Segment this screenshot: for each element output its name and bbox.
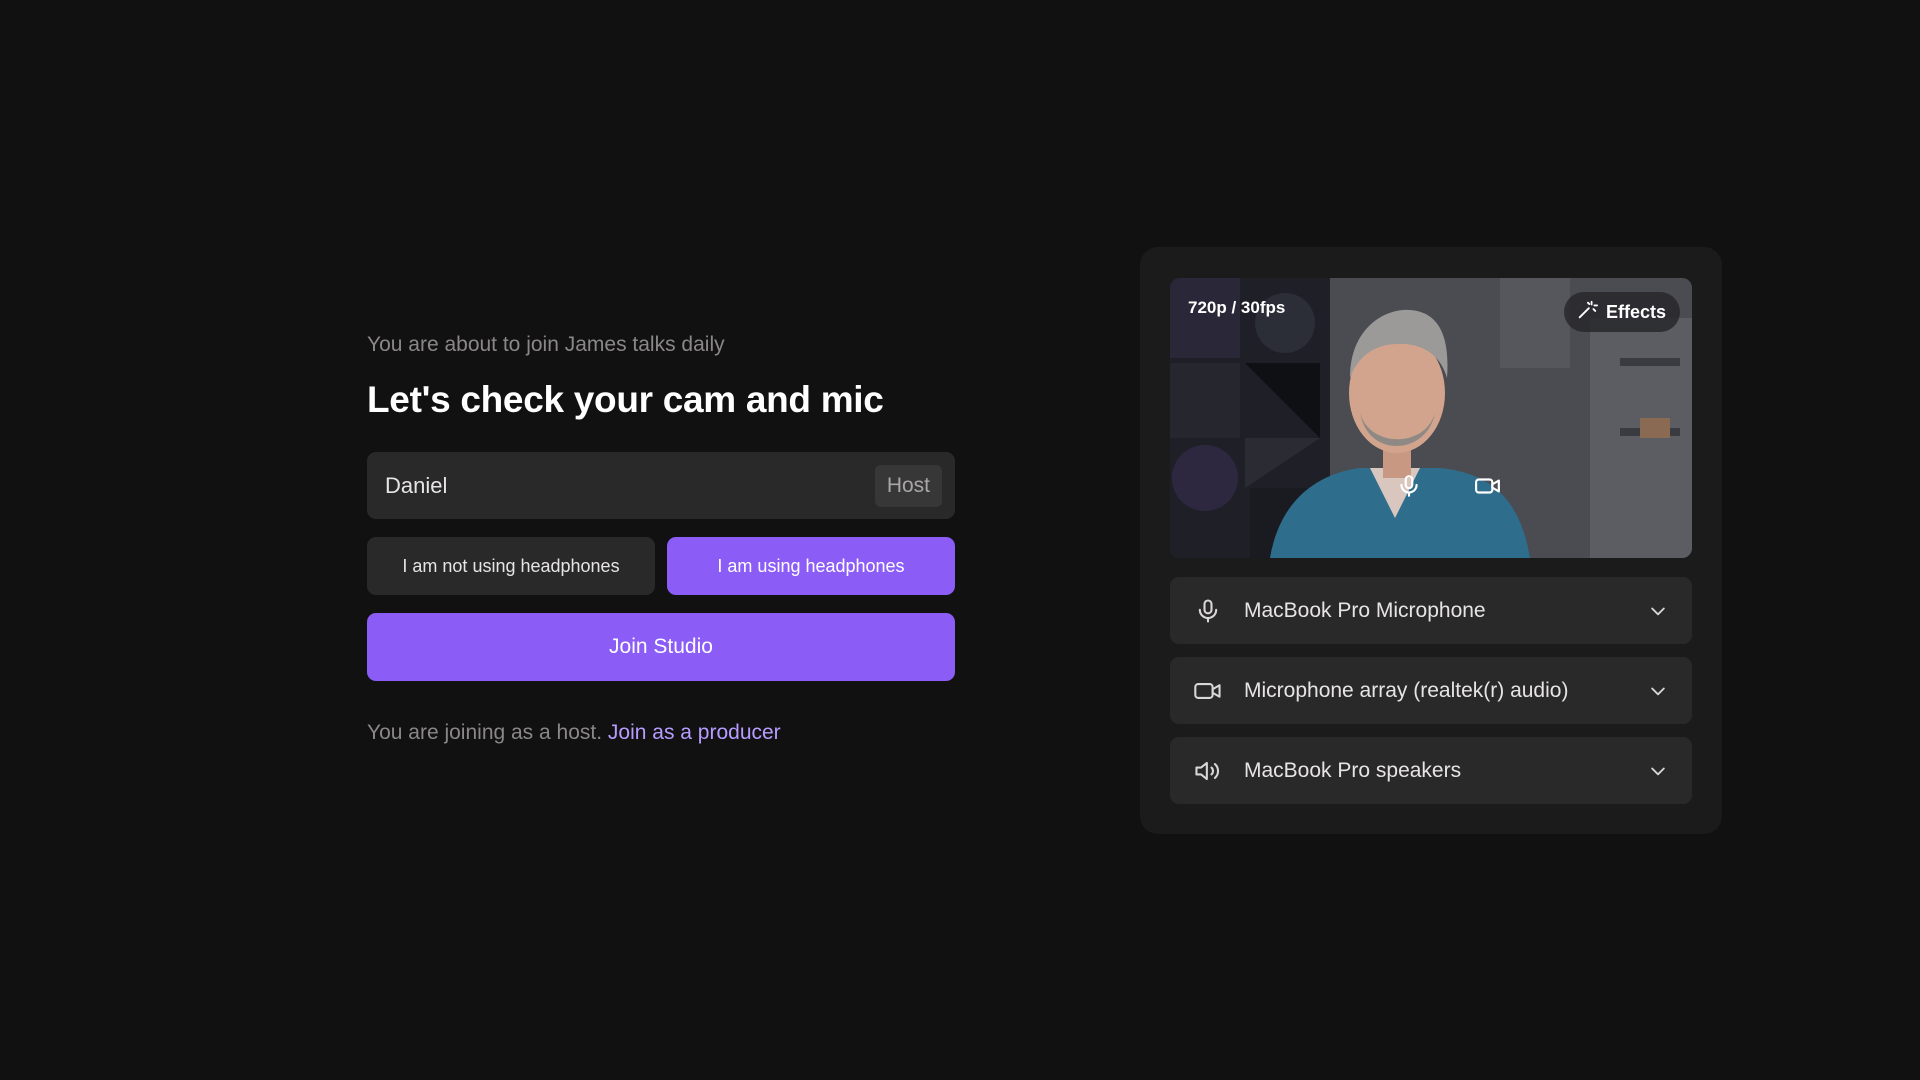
role-badge: Host	[874, 464, 942, 507]
microphone-select[interactable]: MacBook Pro Microphone	[1170, 577, 1692, 644]
camera-preview: 720p / 30fps Effects	[1170, 278, 1692, 558]
join-studio-button[interactable]: Join Studio	[367, 613, 955, 681]
microphone-select-value: MacBook Pro Microphone	[1244, 598, 1486, 622]
speaker-icon	[1192, 755, 1224, 787]
camera-select[interactable]: Microphone array (realtek(r) audio)	[1170, 657, 1692, 724]
join-as-producer-link[interactable]: Join as a producer	[608, 721, 781, 744]
camera-icon	[1473, 473, 1503, 504]
resolution-label: 720p / 30fps	[1188, 298, 1286, 317]
chevron-down-icon	[1646, 679, 1670, 703]
joining-note: You are joining as a host. Join as a pro…	[367, 721, 955, 745]
page-title: Let's check your cam and mic	[367, 379, 884, 420]
name-input[interactable]	[385, 472, 825, 499]
name-field[interactable]: Host	[367, 452, 955, 519]
headphone-choice: I am not using headphones I am using hea…	[367, 537, 955, 595]
not-using-headphones-button[interactable]: I am not using headphones	[367, 537, 655, 595]
microphone-toggle[interactable]	[1389, 468, 1429, 508]
joining-note-text: You are joining as a host.	[367, 721, 603, 744]
join-form: You are about to join James talks daily …	[367, 330, 955, 745]
camera-icon	[1192, 675, 1224, 707]
speaker-select-value: MacBook Pro speakers	[1244, 758, 1462, 782]
microphone-icon	[1192, 595, 1224, 627]
camera-toggle[interactable]	[1468, 468, 1508, 508]
magic-wand-icon	[1576, 299, 1598, 326]
microphone-icon	[1396, 473, 1422, 504]
chevron-down-icon	[1646, 759, 1670, 783]
chevron-down-icon	[1646, 599, 1670, 623]
effects-label: Effects	[1605, 301, 1666, 322]
speaker-select[interactable]: MacBook Pro speakers	[1170, 737, 1692, 804]
join-subtitle: You are about to join James talks daily	[367, 333, 725, 356]
using-headphones-button[interactable]: I am using headphones	[667, 537, 955, 595]
effects-button[interactable]: Effects	[1563, 292, 1680, 332]
device-panel: 720p / 30fps Effects MacBook Pro Microph…	[1140, 247, 1722, 834]
studio-join-screen: You are about to join James talks daily …	[0, 0, 1920, 1080]
camera-select-value: Microphone array (realtek(r) audio)	[1244, 678, 1569, 702]
